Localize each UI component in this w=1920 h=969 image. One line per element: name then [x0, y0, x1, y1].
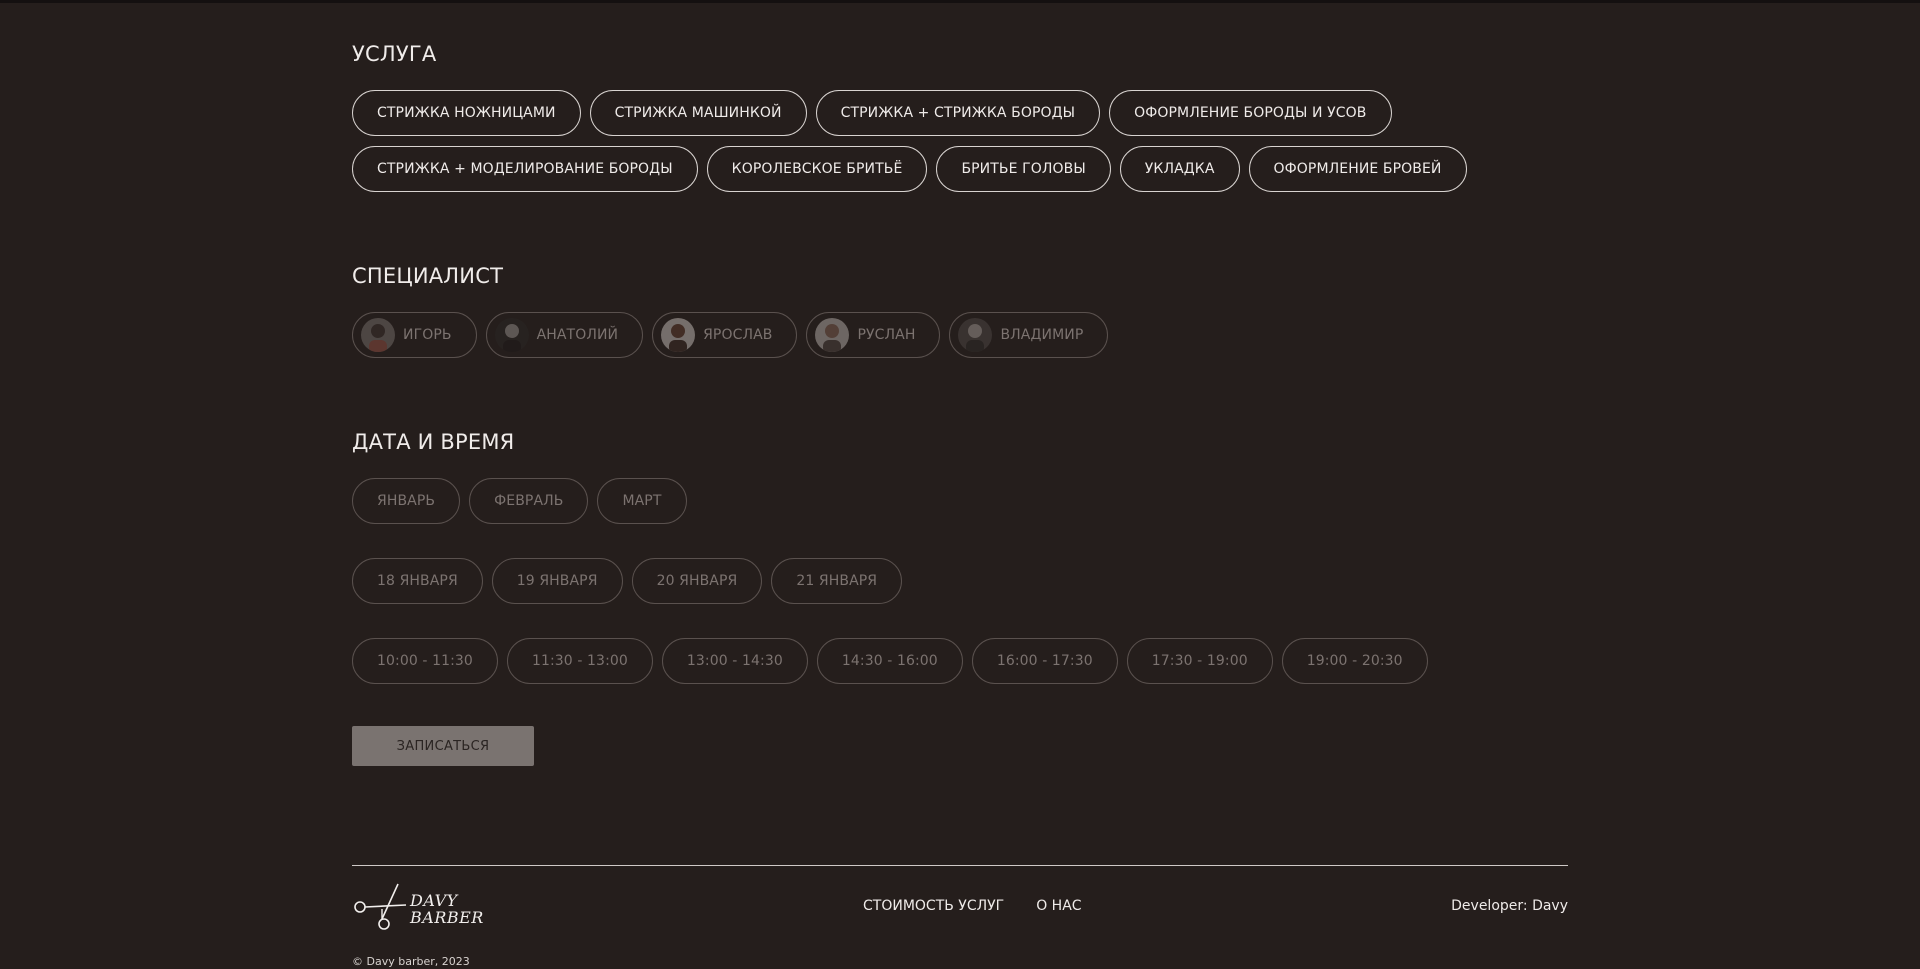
specialist-option[interactable]: ВЛАДИМИР	[949, 312, 1109, 358]
time-slot-option[interactable]: 14:30 - 16:00	[816, 638, 963, 684]
avatar	[361, 318, 395, 352]
day-option[interactable]: 20 ЯНВАРЯ	[631, 558, 763, 604]
service-option[interactable]: ОФОРМЛЕНИЕ БРОВЕЙ	[1248, 146, 1467, 192]
time-slot-option[interactable]: 17:30 - 19:00	[1126, 638, 1273, 684]
days-row: 18 ЯНВАРЯ 19 ЯНВАРЯ 20 ЯНВАРЯ 21 ЯНВАРЯ	[352, 558, 903, 604]
month-option[interactable]: ФЕВРАЛЬ	[469, 478, 589, 524]
time-slot-option[interactable]: 16:00 - 17:30	[971, 638, 1118, 684]
specialist-option[interactable]: АНАТОЛИЙ	[485, 312, 644, 358]
book-button[interactable]: ЗАПИСАТЬСЯ	[352, 726, 534, 766]
specialist-name: ИГОРЬ	[403, 327, 452, 343]
services-row-2: СТРИЖКА + МОДЕЛИРОВАНИЕ БОРОДЫ КОРОЛЕВСК…	[352, 146, 1467, 192]
specialists-row: ИГОРЬ АНАТОЛИЙ ЯРОСЛАВ РУСЛАН ВЛАДИМИР	[352, 312, 1109, 358]
footer-link-prices[interactable]: СТОИМОСТЬ УСЛУГ	[863, 898, 1004, 914]
service-option[interactable]: КОРОЛЕВСКОЕ БРИТЬЁ	[706, 146, 928, 192]
time-slot-option[interactable]: 10:00 - 11:30	[352, 638, 498, 684]
service-option[interactable]: БРИТЬЕ ГОЛОВЫ	[936, 146, 1111, 192]
specialist-name: РУСЛАН	[857, 327, 916, 343]
service-option[interactable]: СТРИЖКА МАШИНКОЙ	[589, 90, 807, 136]
month-option[interactable]: МАРТ	[597, 478, 687, 524]
specialist-option[interactable]: ЯРОСЛАВ	[652, 312, 798, 358]
logo-line-1: DAVY	[410, 891, 458, 910]
avatar	[494, 318, 529, 352]
service-option[interactable]: ОФОРМЛЕНИЕ БОРОДЫ И УСОВ	[1109, 90, 1392, 136]
footer-nav: СТОИМОСТЬ УСЛУГ О НАС	[863, 898, 1082, 914]
times-row: 10:00 - 11:30 11:30 - 13:00 13:00 - 14:3…	[352, 638, 1428, 684]
day-option[interactable]: 18 ЯНВАРЯ	[352, 558, 483, 604]
time-slot-option[interactable]: 13:00 - 14:30	[661, 638, 808, 684]
specialist-name: ЯРОСЛАВ	[703, 327, 773, 343]
time-slot-option[interactable]: 11:30 - 13:00	[506, 638, 653, 684]
time-slot-option[interactable]: 19:00 - 20:30	[1281, 638, 1428, 684]
avatar	[958, 318, 993, 352]
service-option[interactable]: УКЛАДКА	[1119, 146, 1240, 192]
datetime-title: ДАТА И ВРЕМЯ	[352, 430, 515, 454]
footer-divider	[352, 865, 1568, 866]
day-option[interactable]: 19 ЯНВАРЯ	[491, 558, 623, 604]
specialist-option[interactable]: ИГОРЬ	[352, 312, 477, 358]
specialist-name: ВЛАДИМИР	[1000, 327, 1084, 343]
footer-logo[interactable]: DAVY BARBER	[352, 882, 484, 936]
logo-line-2: BARBER	[410, 908, 484, 927]
developer-credit: Developer: Davy	[1451, 898, 1568, 914]
avatar	[661, 318, 696, 352]
day-option[interactable]: 21 ЯНВАРЯ	[771, 558, 903, 604]
services-row-1: СТРИЖКА НОЖНИЦАМИ СТРИЖКА МАШИНКОЙ СТРИЖ…	[352, 90, 1392, 136]
service-option[interactable]: СТРИЖКА + МОДЕЛИРОВАНИЕ БОРОДЫ	[352, 146, 698, 192]
service-option[interactable]: СТРИЖКА НОЖНИЦАМИ	[352, 90, 581, 136]
months-row: ЯНВАРЬ ФЕВРАЛЬ МАРТ	[352, 478, 687, 524]
specialists-title: СПЕЦИАЛИСТ	[352, 264, 504, 288]
services-title: УСЛУГА	[352, 42, 437, 66]
month-option[interactable]: ЯНВАРЬ	[352, 478, 461, 524]
specialist-name: АНАТОЛИЙ	[536, 327, 619, 343]
specialist-option[interactable]: РУСЛАН	[806, 312, 941, 358]
copyright: © Davy barber, 2023	[352, 955, 470, 968]
logo-text: DAVY BARBER	[410, 892, 484, 926]
top-border	[0, 0, 1920, 3]
footer-link-about[interactable]: О НАС	[1036, 898, 1081, 914]
scissors-icon	[352, 882, 408, 936]
avatar	[815, 318, 850, 352]
service-option[interactable]: СТРИЖКА + СТРИЖКА БОРОДЫ	[815, 90, 1101, 136]
